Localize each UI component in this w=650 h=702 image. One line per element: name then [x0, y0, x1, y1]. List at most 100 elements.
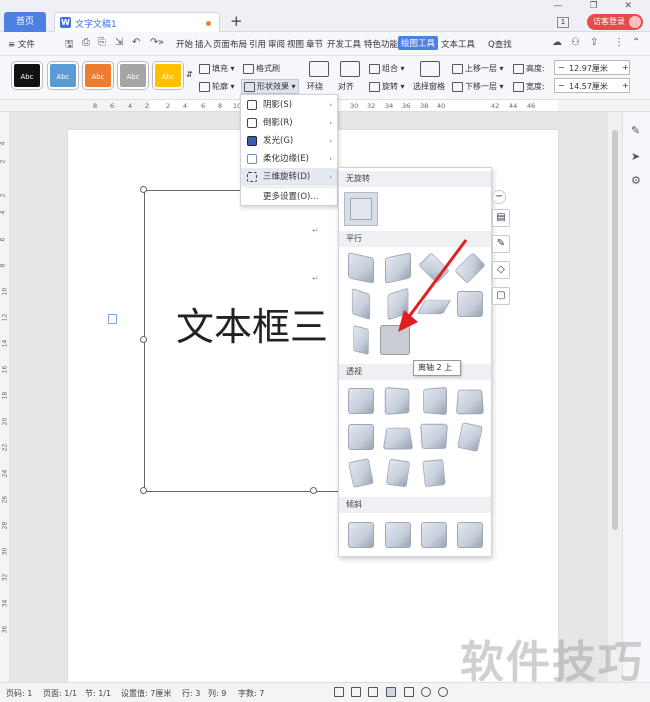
height-decrement[interactable]: − [558, 63, 565, 72]
height-increment[interactable]: + [622, 63, 629, 72]
rotation-off-axis-2-top[interactable] [380, 325, 410, 355]
vertical-scrollbar[interactable] [608, 112, 622, 682]
print-icon[interactable]: ⎘ [98, 37, 106, 48]
rotation-perspective-3[interactable] [423, 386, 447, 416]
export-icon[interactable]: ⇲ [115, 37, 123, 48]
select-pane-icon[interactable] [420, 61, 440, 77]
page-view-icon[interactable] [386, 687, 396, 697]
status-row[interactable]: 行: 3 [182, 688, 200, 699]
shape-style-blue[interactable]: Abc [48, 62, 78, 89]
file-menu[interactable]: ≡ 文件 [8, 38, 35, 50]
resize-handle[interactable] [140, 186, 147, 193]
wrap-button[interactable]: 环绕 [307, 81, 323, 92]
shape-style-black[interactable]: Abc [12, 62, 42, 89]
menu-text-tools[interactable]: 文本工具 [441, 38, 475, 50]
rotation-oblique-4[interactable] [457, 522, 483, 548]
send-backward-button[interactable]: 下移一层 ▾ [452, 81, 504, 92]
rotation-perspective-6[interactable] [382, 427, 414, 450]
collab-icon[interactable]: ⚇ [571, 37, 580, 48]
save-icon[interactable]: 🖫 [65, 37, 74, 54]
settings-sliders-icon[interactable]: ⚙ [631, 174, 641, 187]
menu-drawing-tools[interactable]: 绘图工具 [398, 36, 439, 50]
text-box-style-icon[interactable]: ▤ [492, 209, 510, 227]
rotation-oblique-1[interactable] [348, 522, 374, 548]
new-tab-button[interactable]: + [230, 12, 243, 30]
width-decrement[interactable]: − [558, 81, 565, 90]
menu-layout[interactable]: 页面布局 [213, 38, 247, 50]
menu-references[interactable]: 引用 [249, 38, 266, 50]
shape-frame-icon[interactable]: ▢ [492, 287, 510, 305]
more-chevron-icon[interactable]: » [158, 37, 164, 48]
rotation-oblique-2[interactable] [385, 522, 411, 548]
styles-expand-icon[interactable]: ⇵ [186, 70, 193, 79]
rotation-parallel-8[interactable] [457, 291, 483, 317]
cloud-icon[interactable]: ☁ [552, 37, 562, 48]
rotation-parallel-1[interactable] [348, 252, 374, 284]
shape-style-orange[interactable]: Abc [83, 62, 113, 89]
rotation-perspective-1[interactable] [348, 388, 374, 414]
status-pages[interactable]: 页面: 1/1 [43, 688, 77, 699]
rotation-parallel-4[interactable] [454, 252, 486, 284]
collapse-ribbon-icon[interactable]: ⌃ [632, 37, 640, 48]
web-view-icon[interactable] [421, 687, 431, 697]
collapse-minus-icon[interactable]: − [492, 190, 506, 204]
menu-start[interactable]: 开始 [176, 38, 193, 50]
select-pane-button[interactable]: 选择窗格 [413, 81, 445, 92]
undo-icon[interactable]: ↶ [132, 37, 140, 48]
bring-forward-button[interactable]: 上移一层 ▾ [452, 63, 504, 74]
rotation-parallel-6[interactable] [387, 287, 409, 321]
text-box-content[interactable]: 文本框三 [176, 296, 328, 351]
status-page-number[interactable]: 页码: 1 [6, 688, 32, 699]
align-icon[interactable] [340, 61, 360, 77]
menu-insert[interactable]: 插入 [195, 38, 212, 50]
menu-review[interactable]: 审阅 [268, 38, 285, 50]
menu-item-glow[interactable]: 发光(G) › [241, 132, 337, 150]
menu-item-reflection[interactable]: 倒影(R) › [241, 114, 337, 132]
menu-item-more-settings[interactable]: 更多设置(O)... [241, 188, 337, 206]
width-spinner[interactable]: − 14.57厘米 + [554, 78, 630, 93]
rotation-parallel-2[interactable] [385, 252, 411, 284]
menu-item-soft-edges[interactable]: 柔化边缘(E) › [241, 150, 337, 168]
menu-item-shadow[interactable]: 阴影(S) › [241, 96, 337, 114]
status-word-count[interactable]: 字数: 7 [238, 688, 264, 699]
menu-item-3d-rotation[interactable]: 三维旋转(D) › [241, 168, 337, 186]
scrollbar-thumb[interactable] [612, 130, 618, 530]
guest-login-button[interactable]: 访客登录 [587, 14, 643, 30]
shape-style-yellow[interactable]: Abc [153, 62, 183, 89]
height-spinner[interactable]: − 12.97厘米 + [554, 60, 630, 75]
rotation-perspective-2[interactable] [384, 386, 410, 416]
rotation-perspective-8[interactable] [457, 422, 483, 452]
resize-handle[interactable] [140, 487, 147, 494]
pointer-icon[interactable]: ➤ [631, 150, 640, 163]
width-increment[interactable]: + [622, 81, 629, 90]
shape-effect-button[interactable]: 形状效果 ▾ [241, 79, 299, 94]
outline-button[interactable]: 轮廓 ▾ [199, 81, 235, 92]
rotation-perspective-7[interactable] [420, 423, 448, 449]
fullscreen-icon[interactable] [334, 687, 344, 697]
layout-options-icon[interactable] [108, 314, 117, 324]
status-section[interactable]: 节: 1/1 [85, 688, 111, 699]
rotation-parallel-5[interactable] [351, 288, 371, 320]
status-col[interactable]: 列: 9 [208, 688, 226, 699]
menu-chapter[interactable]: 章节 [306, 38, 323, 50]
wrap-icon[interactable] [309, 61, 329, 77]
rotation-perspective-5[interactable] [348, 424, 374, 450]
menu-view[interactable]: 视图 [287, 38, 304, 50]
more-icon[interactable]: ⋮ [614, 37, 624, 48]
rotate-button[interactable]: 旋转 ▾ [369, 81, 405, 92]
window-count-badge[interactable]: 1 [557, 17, 569, 28]
rotation-perspective-11[interactable] [422, 458, 446, 488]
home-tab[interactable]: 首页 [4, 12, 46, 32]
menu-features[interactable]: 特色功能 [364, 38, 398, 50]
outline-view-icon[interactable] [404, 687, 414, 697]
resize-handle[interactable] [310, 487, 317, 494]
outline-pen-icon[interactable]: ✎ [492, 235, 510, 253]
no-rotation-option[interactable] [344, 192, 378, 226]
rotation-oblique-3[interactable] [421, 522, 447, 548]
height-value[interactable]: 12.97厘米 [569, 63, 608, 74]
group-button[interactable]: 组合 ▾ [369, 63, 405, 74]
search-button[interactable]: Q查找 [488, 38, 512, 50]
eye-protection-icon[interactable] [438, 687, 448, 697]
rotation-perspective-4[interactable] [455, 389, 485, 415]
rotation-parallel-7[interactable] [416, 299, 452, 315]
